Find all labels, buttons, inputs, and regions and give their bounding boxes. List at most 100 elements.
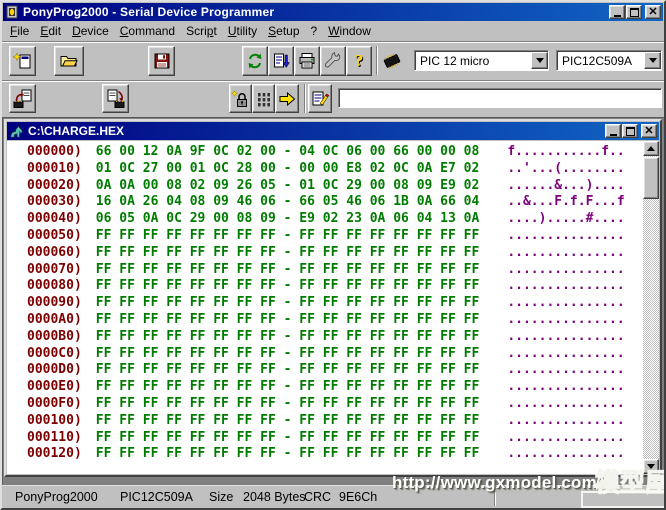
write-device-icon (105, 88, 127, 110)
menu-item-help[interactable]: ? (311, 24, 318, 38)
help-button[interactable]: ? ? (346, 46, 372, 76)
edit-notes-button[interactable] (308, 84, 332, 113)
hex-editor-window: C:\CHARGE.HEX ✕ 000000)66 00 12 0A 9F 0C… (4, 119, 662, 477)
hex-ascii[interactable]: ............... (507, 329, 624, 344)
hex-bytes[interactable]: FF FF FF FF FF FF FF FF - FF FF FF FF FF… (96, 346, 480, 361)
device-type-value: PIC12C509A (562, 54, 632, 68)
menu-item-edit[interactable]: Edit (40, 24, 61, 38)
hex-row: 0000D0)FF FF FF FF FF FF FF FF - FF FF F… (27, 362, 643, 379)
notes-field[interactable] (338, 88, 662, 108)
reload-button[interactable] (242, 46, 268, 76)
hex-ascii[interactable]: ............... (507, 278, 624, 293)
close-button[interactable]: ✕ (645, 5, 661, 19)
hex-row: 000070) FF FF FF FF FF FF FF FF - FF FF F… (27, 262, 643, 279)
menu-item-window[interactable]: Window (328, 24, 371, 38)
list-download-icon (271, 51, 291, 71)
scroll-up-button[interactable] (643, 141, 659, 156)
device-family-select[interactable]: PIC 12 micro (414, 50, 549, 71)
maximize-button[interactable] (626, 5, 642, 19)
chevron-down-icon (649, 58, 657, 63)
hex-row: 000080)FF FF FF FF FF FF FF FF - FF FF F… (27, 278, 643, 295)
child-close-button[interactable]: ✕ (641, 124, 657, 138)
save-file-button[interactable] (148, 46, 175, 76)
hex-ascii[interactable]: ..&...F.f.F...f (507, 194, 624, 209)
menu-item-setup[interactable]: Setup (268, 24, 299, 38)
hex-address: 000070) (27, 262, 82, 277)
hex-ascii[interactable]: ............... (507, 413, 624, 428)
hex-ascii[interactable]: ..'...(........ (507, 161, 624, 176)
hex-address: 000000) (27, 144, 82, 159)
scrollbar-thumb[interactable] (643, 157, 659, 199)
setup-button[interactable] (320, 46, 346, 76)
hex-row: 0000A0)FF FF FF FF FF FF FF FF - FF FF F… (27, 312, 643, 329)
hex-ascii[interactable]: ......&...).... (507, 178, 624, 193)
write-fuse-button[interactable] (275, 84, 299, 113)
hex-bytes[interactable]: FF FF FF FF FF FF FF FF - FF FF FF FF FF… (96, 329, 480, 344)
child-minimize-button[interactable] (605, 124, 621, 138)
hex-bytes[interactable]: 66 00 12 0A 9F 0C 02 00 - 04 0C 06 00 66… (96, 144, 480, 159)
hex-ascii[interactable]: ............... (507, 245, 624, 260)
hex-row: 000090)FF FF FF FF FF FF FF FF - FF FF F… (27, 295, 643, 312)
print-button[interactable] (294, 46, 320, 76)
hex-bytes[interactable]: 16 0A 26 04 08 09 46 06 - 66 05 46 06 1B… (96, 194, 480, 209)
hex-ascii[interactable]: ............... (507, 295, 624, 310)
hex-bytes[interactable]: FF FF FF FF FF FF FF FF - FF FF FF FF FF… (96, 312, 480, 327)
menu-item-command[interactable]: Command (120, 24, 175, 38)
device-type-dropdown-button[interactable] (644, 52, 661, 69)
vertical-scrollbar[interactable] (643, 141, 659, 474)
hex-address: 0000F0) (27, 396, 82, 411)
status-crc-value: 9E6Ch (339, 490, 377, 504)
hex-bytes[interactable]: FF FF FF FF FF FF FF FF - FF FF FF FF FF… (96, 245, 480, 260)
hex-row: 000000) 66 00 12 0A 9F 0C 02 00 - 04 0C 0… (27, 144, 643, 161)
hex-ascii[interactable]: ............... (507, 430, 624, 445)
hex-ascii[interactable]: ............... (507, 362, 624, 377)
device-family-dropdown-button[interactable] (531, 52, 548, 69)
hex-bytes[interactable]: FF FF FF FF FF FF FF FF - FF FF FF FF FF… (96, 430, 480, 445)
hex-bytes[interactable]: FF FF FF FF FF FF FF FF - FF FF FF FF FF… (96, 228, 480, 243)
app-window: PonyProg2000 - Serial Device Programmer … (0, 0, 666, 510)
hex-ascii[interactable]: f...........f.. (507, 144, 624, 159)
maximize-icon (630, 8, 639, 17)
hex-bytes[interactable]: FF FF FF FF FF FF FF FF - FF FF FF FF FF… (96, 396, 480, 411)
menu-item-script[interactable]: Script (186, 24, 217, 38)
fuse-bits-button[interactable] (252, 84, 275, 113)
hex-bytes[interactable]: FF FF FF FF FF FF FF FF - FF FF FF FF FF… (96, 413, 480, 428)
hex-bytes[interactable]: FF FF FF FF FF FF FF FF - FF FF FF FF FF… (96, 278, 480, 293)
printer-icon (297, 51, 317, 71)
child-maximize-button[interactable] (622, 124, 638, 138)
read-device-button[interactable] (9, 84, 36, 113)
hex-ascii[interactable]: ............... (507, 396, 624, 411)
hex-ascii[interactable]: ....).....#.... (507, 211, 624, 226)
status-size-label: Size (209, 490, 233, 504)
hex-bytes[interactable]: FF FF FF FF FF FF FF FF - FF FF FF FF FF… (96, 446, 480, 461)
menu-item-file[interactable]: File (10, 24, 29, 38)
hex-ascii[interactable]: ............... (507, 262, 624, 277)
device-type-select[interactable]: PIC12C509A (556, 50, 662, 71)
write-device-button[interactable] (102, 84, 129, 113)
hex-ascii[interactable]: ............... (507, 446, 624, 461)
hex-bytes[interactable]: 06 05 0A 0C 29 00 08 09 - E9 02 23 0A 06… (96, 211, 480, 226)
menu-item-utility[interactable]: Utility (228, 24, 257, 38)
hex-ascii[interactable]: ............... (507, 312, 624, 327)
hex-bytes[interactable]: FF FF FF FF FF FF FF FF - FF FF FF FF FF… (96, 362, 480, 377)
toolbar-separator (304, 84, 306, 113)
hex-bytes[interactable]: 01 0C 27 00 01 0C 28 00 - 00 00 E8 02 0C… (96, 161, 480, 176)
hex-ascii[interactable]: ............... (507, 379, 624, 394)
minimize-button[interactable] (609, 5, 625, 19)
bit-grid-icon (254, 89, 274, 109)
new-window-button[interactable] (9, 46, 36, 76)
hex-ascii[interactable]: ............... (507, 346, 624, 361)
hex-ascii[interactable]: ............... (507, 228, 624, 243)
hex-bytes[interactable]: FF FF FF FF FF FF FF FF - FF FF FF FF FF… (96, 379, 480, 394)
fill-buffer-button[interactable] (268, 46, 294, 76)
hex-bytes[interactable]: FF FF FF FF FF FF FF FF - FF FF FF FF FF… (96, 262, 480, 277)
hex-row: 000120)FF FF FF FF FF FF FF FF - FF FF F… (27, 446, 643, 463)
open-file-button[interactable] (54, 46, 84, 76)
hex-bytes[interactable]: FF FF FF FF FF FF FF FF - FF FF FF FF FF… (96, 295, 480, 310)
hex-row: 000100)FF FF FF FF FF FF FF FF - FF FF F… (27, 413, 643, 430)
read-device-icon (12, 88, 34, 110)
menu-bar: File Edit Device Command Script Utility Setup?… (2, 21, 664, 41)
lock-bits-button[interactable] (229, 84, 252, 113)
hex-bytes[interactable]: 0A 0A 00 08 02 09 26 05 - 01 0C 29 00 08… (96, 178, 480, 193)
menu-item-device[interactable]: Device (72, 24, 109, 38)
